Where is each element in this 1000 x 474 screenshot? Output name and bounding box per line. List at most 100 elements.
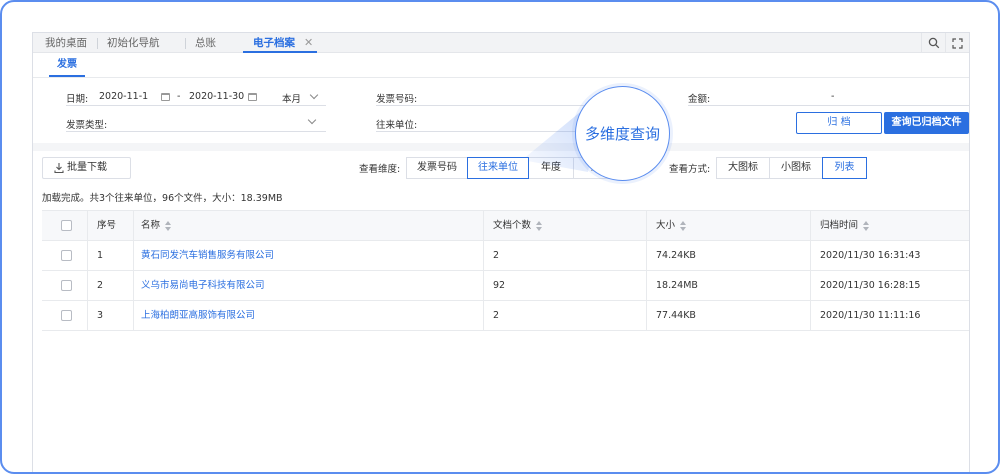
row-index: 1	[97, 250, 104, 261]
archive-button[interactable]: 归 档	[796, 112, 882, 134]
fullscreen-button[interactable]	[945, 33, 969, 53]
row-name-link[interactable]: 黄石同发汽车销售服务有限公司	[141, 241, 274, 270]
search-button[interactable]	[921, 33, 945, 53]
row-name-link[interactable]: 上海柏朗亚高服饰有限公司	[141, 301, 255, 330]
date-separator: -	[177, 91, 181, 102]
column-divider	[646, 211, 647, 240]
row-doc-count: 2	[493, 310, 500, 321]
dimension-year[interactable]: 年度	[528, 157, 574, 179]
chevron-down-icon[interactable]	[309, 90, 319, 100]
invoice-type-select[interactable]	[66, 131, 326, 132]
amount-separator: -	[831, 91, 835, 102]
table-row[interactable]: 2 义乌市易尚电子科技有限公司 92 18.24MB 2020/11/30 16…	[42, 271, 969, 301]
sort-icon[interactable]	[165, 220, 172, 231]
column-divider	[810, 301, 811, 330]
download-icon	[54, 163, 64, 174]
column-divider	[133, 241, 134, 270]
column-divider	[87, 271, 88, 300]
multi-dimension-query-callout: 多维度查询	[575, 86, 670, 181]
date-start-input[interactable]: 2020-11-1	[99, 91, 148, 102]
chevron-down-icon[interactable]	[307, 115, 317, 125]
section-divider	[33, 143, 969, 151]
row-checkbox[interactable]	[61, 310, 72, 321]
view-small-icons[interactable]: 小图标	[769, 157, 823, 179]
column-divider	[646, 271, 647, 300]
column-header-archive-time-label: 归档时间	[820, 220, 859, 231]
app-frame: 我的桌面 初始化导航 总账 电子档案 ✕ 发票 日期: 2020-11-1 - …	[0, 0, 1000, 474]
column-divider	[810, 241, 811, 270]
tab-divider	[185, 38, 186, 49]
date-label: 日期:	[66, 94, 89, 105]
date-field-underline	[66, 105, 326, 106]
sort-icon[interactable]	[680, 220, 687, 231]
column-header-doc-count[interactable]: 文档个数	[493, 211, 543, 240]
calendar-icon[interactable]	[161, 93, 170, 101]
row-index: 2	[97, 280, 104, 291]
row-size: 18.24MB	[656, 280, 698, 291]
calendar-icon[interactable]	[248, 93, 257, 101]
column-divider	[87, 301, 88, 330]
view-list[interactable]: 列表	[822, 157, 867, 179]
column-header-archive-time[interactable]: 归档时间	[820, 211, 870, 240]
column-divider	[133, 271, 134, 300]
view-large-icons[interactable]: 大图标	[716, 157, 770, 179]
column-divider	[483, 211, 484, 240]
row-checkbox[interactable]	[61, 250, 72, 261]
invoice-type-label: 发票类型:	[66, 120, 108, 131]
tab-close-icon[interactable]: ✕	[304, 33, 313, 53]
subtab-divider	[33, 77, 969, 78]
table-row[interactable]: 3 上海柏朗亚高服饰有限公司 2 77.44KB 2020/11/30 11:1…	[42, 301, 969, 331]
column-divider	[810, 211, 811, 240]
column-divider	[646, 301, 647, 330]
column-header-index: 序号	[97, 220, 117, 231]
tab-bar: 我的桌面 初始化导航 总账 电子档案 ✕	[33, 33, 969, 53]
row-archive-time: 2020/11/30 11:11:16	[820, 310, 921, 321]
tab-my-desktop[interactable]: 我的桌面	[45, 33, 87, 53]
row-index: 3	[97, 310, 104, 321]
row-name-link[interactable]: 义乌市易尚电子科技有限公司	[141, 271, 265, 300]
column-divider	[483, 241, 484, 270]
column-header-doc-count-label: 文档个数	[493, 220, 532, 231]
period-select[interactable]: 本月	[282, 91, 301, 105]
sort-icon[interactable]	[536, 220, 543, 231]
table-row[interactable]: 1 黄石同发汽车销售服务有限公司 2 74.24KB 2020/11/30 16…	[42, 241, 969, 271]
dimension-invoice-number[interactable]: 发票号码	[406, 157, 468, 179]
row-archive-time: 2020/11/30 16:28:15	[820, 280, 921, 291]
column-divider	[646, 241, 647, 270]
view-mode-label: 查看方式:	[669, 164, 711, 175]
row-archive-time: 2020/11/30 16:31:43	[820, 250, 921, 261]
row-checkbox[interactable]	[61, 280, 72, 291]
subtab-invoice[interactable]: 发票	[49, 53, 85, 77]
column-divider	[87, 211, 88, 240]
tab-divider	[97, 38, 98, 49]
amount-range-input[interactable]	[688, 105, 969, 106]
tab-ledger[interactable]: 总账	[195, 33, 216, 53]
tab-active-indicator	[243, 51, 317, 53]
date-end-input[interactable]: 2020-11-30	[189, 91, 244, 102]
sort-icon[interactable]	[863, 220, 870, 231]
select-all-checkbox[interactable]	[61, 220, 72, 231]
column-header-size[interactable]: 大小	[656, 211, 687, 240]
row-doc-count: 92	[493, 280, 506, 291]
column-header-size-label: 大小	[656, 220, 676, 231]
column-header-name[interactable]: 名称	[141, 211, 172, 240]
tab-e-archive[interactable]: 电子档案	[253, 33, 295, 53]
row-doc-count: 2	[493, 250, 500, 261]
counterparty-table: 序号 名称 文档个数 大小 归档时间 1 黄石同发汽车销售服务有限公司 2 74	[42, 210, 969, 331]
counterparty-label: 往来单位:	[376, 120, 418, 131]
batch-download-button[interactable]: 批量下载	[42, 157, 131, 179]
amount-label: 金额:	[688, 94, 711, 105]
column-divider	[483, 271, 484, 300]
column-divider	[133, 301, 134, 330]
tab-init-guide[interactable]: 初始化导航	[107, 33, 160, 53]
table-header: 序号 名称 文档个数 大小 归档时间	[42, 211, 969, 241]
query-archived-button[interactable]: 查询已归档文件	[884, 112, 969, 134]
search-icon	[928, 37, 939, 49]
fullscreen-icon	[952, 37, 963, 49]
row-size: 77.44KB	[656, 310, 696, 321]
column-divider	[87, 241, 88, 270]
dimension-counterparty[interactable]: 往来单位	[467, 157, 529, 179]
batch-download-label: 批量下载	[67, 162, 107, 173]
column-divider	[133, 211, 134, 240]
invoice-number-label: 发票号码:	[376, 94, 418, 105]
